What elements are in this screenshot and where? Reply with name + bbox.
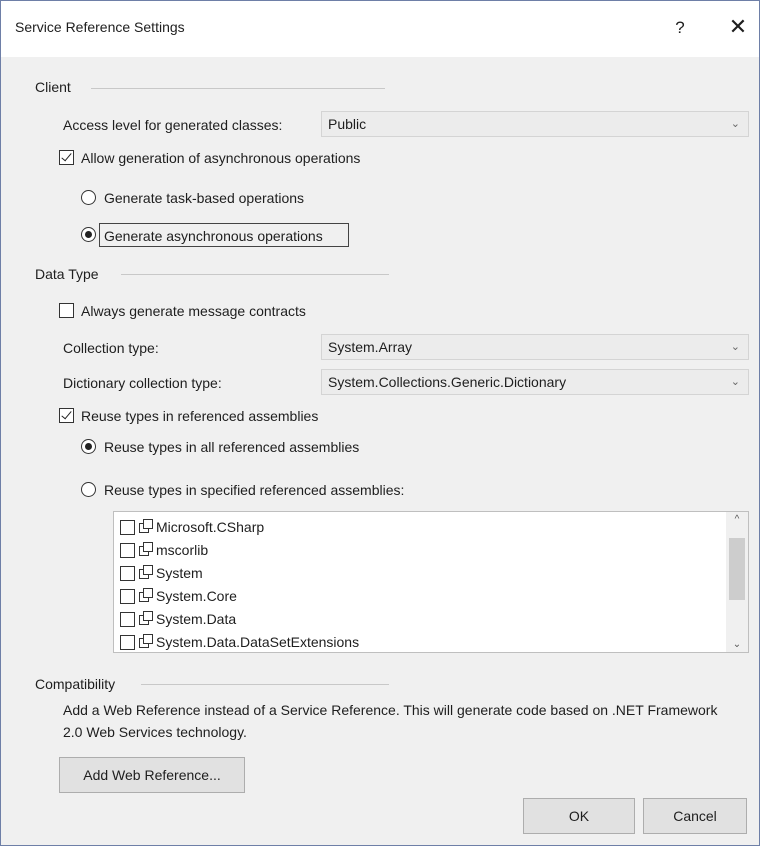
client-group-title: Client — [35, 79, 71, 95]
scroll-down-icon[interactable]: ⌄ — [726, 639, 748, 650]
compatibility-description: Add a Web Reference instead of a Service… — [63, 702, 718, 740]
chevron-down-icon: ⌄ — [730, 118, 740, 130]
reuse-specified-label[interactable]: Reuse types in specified referenced asse… — [104, 482, 404, 498]
access-level-label: Access level for generated classes: — [63, 117, 283, 133]
async-ops-label[interactable]: Generate asynchronous operations — [104, 228, 323, 244]
dictionary-type-value: System.Collections.Generic.Dictionary — [328, 374, 567, 390]
assemblies-listbox[interactable]: Microsoft.CSharp mscorlib System System.… — [113, 511, 749, 653]
assembly-checkbox[interactable] — [120, 566, 135, 581]
collection-type-combobox[interactable]: System.Array ⌄ — [321, 334, 749, 360]
assembly-icon — [139, 588, 155, 604]
scroll-up-icon[interactable]: ^ — [726, 514, 748, 525]
assembly-checkbox[interactable] — [120, 635, 135, 650]
access-level-value: Public — [328, 116, 367, 132]
ok-button[interactable]: OK — [523, 798, 635, 834]
assembly-name: mscorlib — [156, 542, 209, 558]
data-type-group-divider — [121, 274, 389, 275]
cancel-button[interactable]: Cancel — [643, 798, 747, 834]
assembly-checkbox[interactable] — [120, 612, 135, 627]
add-web-reference-button[interactable]: Add Web Reference... — [59, 757, 245, 793]
assembly-icon — [139, 519, 155, 535]
task-based-label[interactable]: Generate task-based operations — [104, 190, 304, 206]
chevron-down-icon: ⌄ — [730, 376, 740, 388]
task-based-radio[interactable] — [81, 190, 96, 205]
async-ops-radio[interactable] — [81, 227, 96, 242]
reuse-types-label[interactable]: Reuse types in referenced assemblies — [81, 408, 318, 424]
reuse-all-radio[interactable] — [81, 439, 96, 454]
scroll-thumb[interactable] — [729, 538, 745, 600]
dictionary-type-combobox[interactable]: System.Collections.Generic.Dictionary ⌄ — [321, 369, 749, 395]
assembly-checkbox[interactable] — [120, 589, 135, 604]
client-group-divider — [91, 88, 385, 89]
reuse-types-checkbox[interactable] — [59, 408, 74, 423]
dialog-title: Service Reference Settings — [15, 19, 185, 35]
assembly-checkbox[interactable] — [120, 543, 135, 558]
assembly-name: System.Core — [156, 588, 237, 604]
service-reference-settings-dialog: Service Reference Settings ? ✕ Client Ac… — [0, 0, 760, 846]
access-level-combobox[interactable]: Public ⌄ — [321, 111, 749, 137]
reuse-specified-radio[interactable] — [81, 482, 96, 497]
dictionary-type-label: Dictionary collection type: — [63, 375, 222, 391]
help-button[interactable]: ? — [667, 15, 693, 41]
allow-async-label[interactable]: Allow generation of asynchronous operati… — [81, 150, 360, 166]
collection-type-label: Collection type: — [63, 340, 159, 356]
assembly-icon — [139, 611, 155, 627]
compatibility-group-divider — [141, 684, 389, 685]
always-generate-checkbox[interactable] — [59, 303, 74, 318]
assembly-name: System — [156, 565, 203, 581]
close-button[interactable]: ✕ — [725, 15, 751, 41]
vertical-scrollbar[interactable]: ^ ⌄ — [726, 512, 748, 652]
allow-async-checkbox[interactable] — [59, 150, 74, 165]
assembly-icon — [139, 634, 155, 650]
assembly-icon — [139, 542, 155, 558]
assembly-name: System.Data.DataSetExtensions — [156, 634, 360, 650]
assembly-name: System.Data — [156, 611, 237, 627]
title-bar: Service Reference Settings ? ✕ — [1, 1, 759, 57]
compatibility-group-title: Compatibility — [35, 676, 116, 692]
always-generate-label[interactable]: Always generate message contracts — [81, 303, 306, 319]
chevron-down-icon: ⌄ — [730, 341, 740, 353]
collection-type-value: System.Array — [328, 339, 413, 355]
reuse-all-label[interactable]: Reuse types in all referenced assemblies — [104, 439, 359, 455]
data-type-group-title: Data Type — [35, 266, 99, 282]
assembly-checkbox[interactable] — [120, 520, 135, 535]
assembly-icon — [139, 565, 155, 581]
assembly-name: Microsoft.CSharp — [156, 519, 265, 535]
